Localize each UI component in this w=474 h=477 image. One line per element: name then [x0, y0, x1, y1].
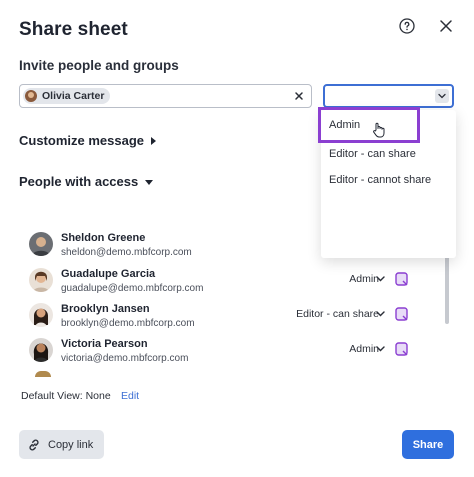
list-item: Victoria Pearson victoria@demo.mbfcorp.c… [19, 332, 449, 364]
list-item: Guadalupe Garcia guadalupe@demo.mbfcorp.… [19, 262, 449, 294]
role-option-editor-cannot-share[interactable]: Editor - cannot share [321, 167, 456, 193]
clear-icon[interactable] [294, 91, 304, 101]
person-role[interactable]: Admin [349, 343, 379, 355]
close-icon[interactable] [439, 19, 453, 33]
copy-link-label: Copy link [48, 438, 94, 451]
default-view-text: Default View: None [21, 390, 111, 402]
avatar [29, 268, 53, 292]
person-role[interactable]: Admin [349, 273, 379, 285]
permission-icon[interactable] [395, 342, 408, 356]
permission-icon[interactable] [395, 307, 408, 321]
avatar [35, 371, 51, 377]
chevron-down-icon[interactable] [435, 89, 449, 103]
copy-link-button[interactable]: Copy link [19, 430, 104, 459]
chevron-down-icon[interactable] [376, 275, 385, 283]
person-name: Victoria Pearson [61, 338, 148, 350]
chevron-down-icon[interactable] [376, 310, 385, 318]
person-role[interactable]: Editor - can share [296, 308, 379, 320]
share-dialog: Share sheet Invite people and groups Oli… [0, 0, 474, 477]
caret-down-icon [145, 179, 154, 185]
avatar [29, 303, 53, 327]
person-name: Sheldon Greene [61, 232, 146, 244]
person-email: sheldon@demo.mbfcorp.com [61, 247, 192, 258]
list-item: Brooklyn Jansen brooklyn@demo.mbfcorp.co… [19, 297, 449, 329]
person-email: brooklyn@demo.mbfcorp.com [61, 318, 195, 329]
invitee-chip-label: Olivia Carter [42, 90, 105, 102]
role-option-editor-can-share[interactable]: Editor - can share [321, 141, 456, 167]
hand-cursor-icon [373, 122, 385, 138]
dialog-title: Share sheet [19, 19, 128, 40]
person-name: Brooklyn Jansen [61, 303, 150, 315]
person-email: victoria@demo.mbfcorp.com [61, 353, 189, 364]
chevron-down-icon[interactable] [376, 345, 385, 353]
role-dropdown-menu: Editor - can share Editor - cannot share… [318, 107, 456, 258]
avatar [29, 232, 53, 256]
share-button[interactable]: Share [402, 430, 454, 459]
people-with-access-toggle[interactable]: People with access [19, 174, 154, 189]
caret-right-icon [151, 136, 156, 145]
permission-icon[interactable] [395, 272, 408, 286]
avatar [25, 90, 37, 102]
role-option-admin[interactable]: Admin [318, 107, 420, 143]
person-email: guadalupe@demo.mbfcorp.com [61, 283, 204, 294]
invite-people-input[interactable]: Olivia Carter [19, 84, 312, 108]
question-circle-icon[interactable] [399, 18, 415, 34]
people-with-access-label: People with access [19, 174, 139, 189]
role-select[interactable] [323, 84, 454, 108]
invitee-chip[interactable]: Olivia Carter [23, 88, 111, 104]
link-icon [29, 439, 39, 450]
customize-message-toggle[interactable]: Customize message [19, 133, 156, 148]
edit-default-view-link[interactable]: Edit [121, 390, 139, 402]
person-name: Guadalupe Garcia [61, 268, 156, 280]
invite-label: Invite people and groups [19, 58, 179, 73]
avatar [29, 338, 53, 362]
customize-message-label: Customize message [19, 133, 144, 148]
